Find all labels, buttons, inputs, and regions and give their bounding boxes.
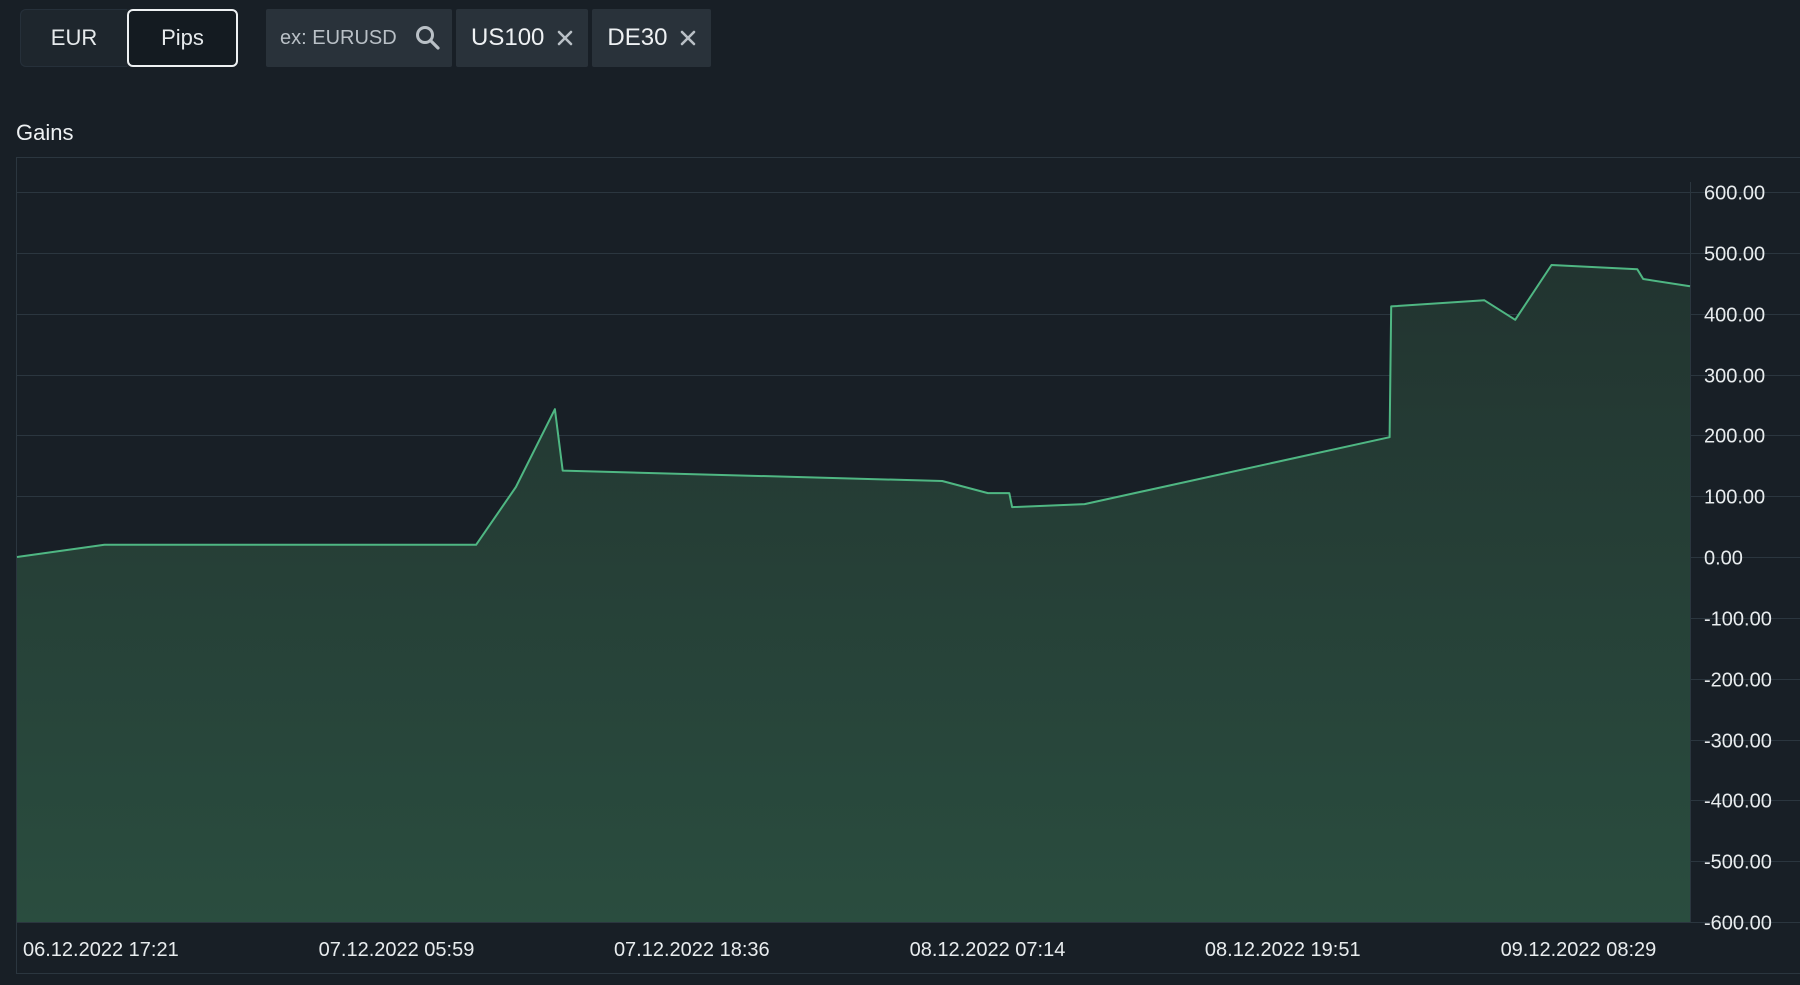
x-tick-label: 09.12.2022 08:29 xyxy=(1501,939,1657,961)
y-tick-label: 100.00 xyxy=(1704,487,1765,509)
y-tick-label: 500.00 xyxy=(1704,244,1765,266)
y-tick-label: -600.00 xyxy=(1704,913,1772,935)
x-tick-label: 07.12.2022 05:59 xyxy=(319,939,475,961)
y-tick-label: -500.00 xyxy=(1704,852,1772,874)
y-tick-label: 400.00 xyxy=(1704,305,1765,327)
y-tick-label: 200.00 xyxy=(1704,426,1765,448)
x-tick-label: 08.12.2022 07:14 xyxy=(910,939,1066,961)
gains-area xyxy=(17,265,1690,922)
y-tick-label: 600.00 xyxy=(1704,183,1765,205)
y-tick-label: 300.00 xyxy=(1704,366,1765,388)
y-tick-label: -300.00 xyxy=(1704,731,1772,753)
y-tick-label: -400.00 xyxy=(1704,791,1772,813)
y-tick-label: 0.00 xyxy=(1704,548,1743,570)
y-tick-label: -200.00 xyxy=(1704,670,1772,692)
x-tick-label: 08.12.2022 19:51 xyxy=(1205,939,1361,961)
x-tick-label: 06.12.2022 17:21 xyxy=(23,939,179,961)
x-tick-label: 07.12.2022 18:36 xyxy=(614,939,770,961)
gains-chart: 600.00 500.00 400.00 300.00 200.00 100.00 0.00… xyxy=(16,157,1800,974)
y-tick-label: -100.00 xyxy=(1704,609,1772,631)
